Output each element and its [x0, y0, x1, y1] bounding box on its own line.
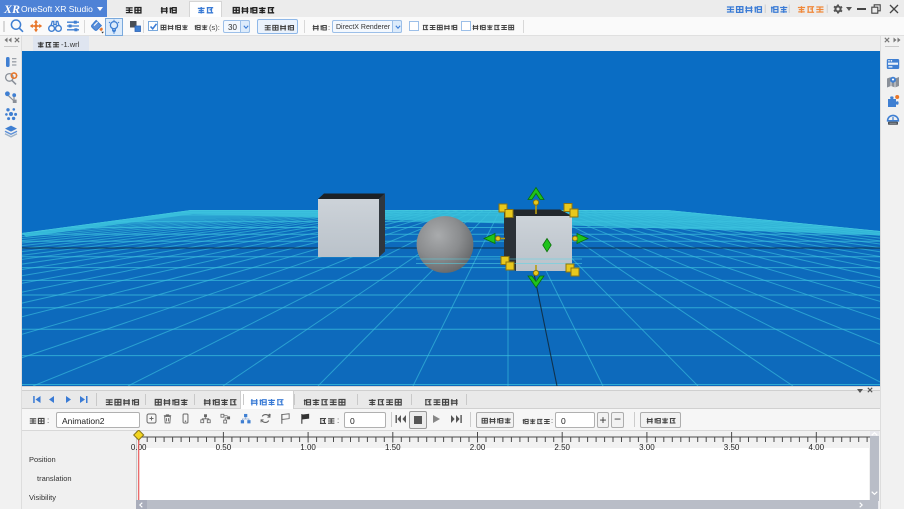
- svg-text:3.00: 3.00: [639, 443, 655, 452]
- svg-text:1.50: 1.50: [385, 443, 401, 452]
- svg-text:1.00: 1.00: [300, 443, 316, 452]
- svg-text:3.50: 3.50: [724, 443, 740, 452]
- svg-text:0.50: 0.50: [216, 443, 232, 452]
- svg-text:2.00: 2.00: [470, 443, 486, 452]
- svg-text:2.50: 2.50: [554, 443, 570, 452]
- svg-text:4.00: 4.00: [809, 443, 825, 452]
